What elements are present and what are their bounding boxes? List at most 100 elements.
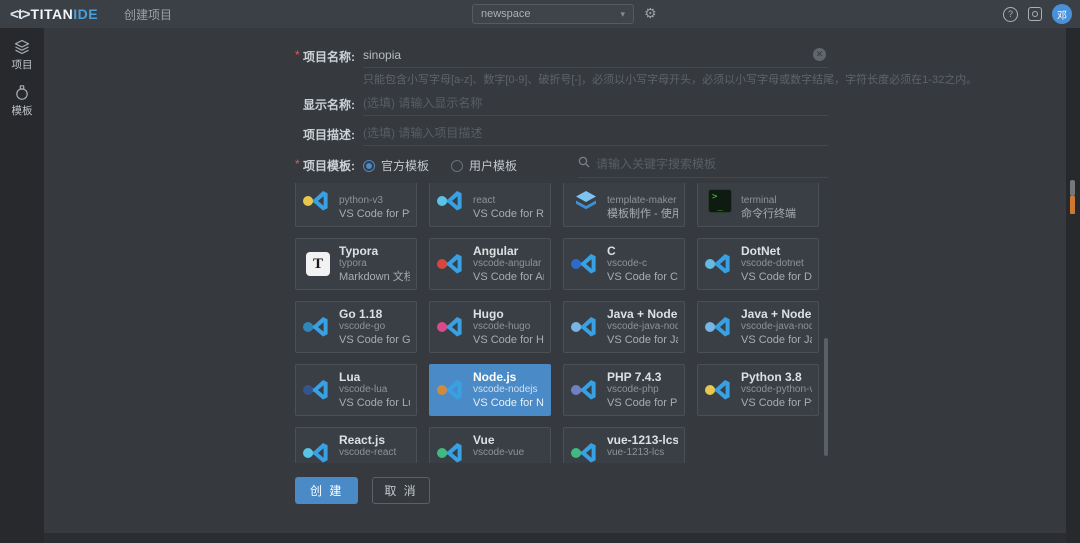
sidebar-item-templates[interactable]: 模板 <box>2 82 42 122</box>
language-badge <box>437 259 447 269</box>
template-card-desc: VS Code for Java + ... <box>607 333 678 347</box>
template-card-desc <box>339 459 410 463</box>
template-card-id: python-v3 <box>339 195 410 207</box>
project-name-row: * 项目名称: ✕ <box>295 46 828 68</box>
template-card-desc: VS Code for DotNet <box>741 270 812 284</box>
chevron-down-icon: ▾ <box>620 9 625 20</box>
language-badge <box>705 385 715 395</box>
clear-icon[interactable]: ✕ <box>813 48 826 61</box>
template-card[interactable]: Vue vscode-vue <box>429 427 551 463</box>
template-card-desc: VS Code for Angular <box>473 270 544 284</box>
template-card-icon <box>439 440 465 463</box>
topbar-right: ? 邓 <box>1003 0 1072 28</box>
template-card-desc: VS Code for Python <box>741 396 812 410</box>
template-card-desc: Markdown 文档编写... <box>339 270 410 284</box>
template-card[interactable]: react VS Code for React.js <box>429 183 551 227</box>
template-card-icon <box>573 314 599 340</box>
template-card-id: vscode-php <box>607 384 678 396</box>
template-card[interactable]: Go 1.18 vscode-go VS Code for Go 1.18 <box>295 301 417 353</box>
console-icon[interactable] <box>1028 7 1042 21</box>
template-card-title: Hugo <box>473 307 544 321</box>
template-card-title: Vue <box>473 433 544 447</box>
template-card-icon <box>573 188 599 214</box>
template-card-icon <box>305 314 331 340</box>
template-card-id: vscode-nodejs <box>473 384 544 396</box>
language-badge <box>571 385 581 395</box>
display-name-input[interactable] <box>363 96 828 116</box>
template-search-input[interactable] <box>596 157 828 171</box>
template-grid: python-v3 VS Code for Python react VS Co… <box>295 183 819 463</box>
language-badge <box>437 448 447 458</box>
project-desc-row: 项目描述: <box>295 124 828 146</box>
template-card[interactable]: python-v3 VS Code for Python <box>295 183 417 227</box>
avatar[interactable]: 邓 <box>1052 4 1072 24</box>
template-card-title: vue-1213-lcs <box>607 433 678 447</box>
template-card-id: template-maker <box>607 195 678 207</box>
project-name-input[interactable] <box>363 48 828 68</box>
template-card-title <box>473 183 544 195</box>
template-card-desc: 模板制作 - 使用 Tem... <box>607 207 678 221</box>
template-card[interactable]: vue-1213-lcs vue-1213-lcs <box>563 427 685 463</box>
titanide-logo[interactable]: <t> TITAN IDE <box>10 6 98 23</box>
template-card[interactable]: React.js vscode-react <box>295 427 417 463</box>
template-card-icon <box>707 251 733 277</box>
workspace-select[interactable]: newspace ▾ <box>472 4 634 24</box>
template-card[interactable]: Angular vscode-angular VS Code for Angul… <box>429 238 551 290</box>
language-badge <box>571 322 581 332</box>
language-badge <box>303 448 313 458</box>
page-scrollbar[interactable] <box>1066 28 1080 543</box>
template-card-desc: VS Code for Lua <box>339 396 410 410</box>
template-card-icon <box>305 377 331 403</box>
template-card[interactable]: Python 3.8 vscode-python-v3 VS Code for … <box>697 364 819 416</box>
cancel-button[interactable]: 取 消 <box>372 477 429 504</box>
template-card-icon <box>305 188 331 214</box>
template-card[interactable]: DotNet vscode-dotnet VS Code for DotNet <box>697 238 819 290</box>
template-card[interactable]: T Typora typora Markdown 文档编写... <box>295 238 417 290</box>
template-card-desc: VS Code for PHP <box>607 396 678 410</box>
template-card[interactable]: Hugo vscode-hugo VS Code for Hugo <box>429 301 551 353</box>
template-card[interactable]: C vscode-c VS Code for C <box>563 238 685 290</box>
project-name-label: * 项目名称: <box>295 46 355 65</box>
template-card-id: vscode-angular <box>473 258 544 270</box>
template-card-id: react <box>473 195 544 207</box>
template-card-id: vscode-hugo <box>473 321 544 333</box>
help-icon[interactable]: ? <box>1003 7 1018 22</box>
template-card-desc: VS Code for Node.js <box>473 396 544 410</box>
template-card-icon <box>439 251 465 277</box>
project-template-row: * 项目模板: 官方模板 用户模板 <box>295 155 828 177</box>
template-card[interactable]: Java + Node10 vscode-java-node10 VS Code… <box>563 301 685 353</box>
radio-dot <box>363 160 375 172</box>
sidebar-item-projects[interactable]: 项目 <box>2 36 42 76</box>
radio-user-template[interactable]: 用户模板 <box>451 157 517 174</box>
template-card[interactable]: Java + Node16 vscode-java-node16 VS Code… <box>697 301 819 353</box>
topbar: <t> TITAN IDE 创建项目 newspace ▾ ⚙ ? 邓 <box>0 0 1080 28</box>
project-desc-input[interactable] <box>363 126 828 146</box>
radio-official-template[interactable]: 官方模板 <box>363 157 429 174</box>
template-card[interactable]: > _ terminal 命令行终端 <box>697 183 819 227</box>
template-list-viewport: python-v3 VS Code for Python react VS Co… <box>295 183 828 463</box>
sidebar-item-label: 项目 <box>12 57 33 72</box>
language-badge <box>303 196 313 206</box>
logo-titan: TITAN <box>31 6 74 22</box>
template-card-id: vscode-java-node10 <box>607 321 678 333</box>
template-list-scrollbar[interactable] <box>824 338 828 456</box>
language-badge <box>437 196 447 206</box>
template-card-title: React.js <box>339 433 410 447</box>
template-card-id: vscode-dotnet <box>741 258 812 270</box>
create-button[interactable]: 创 建 <box>295 477 358 504</box>
template-card[interactable]: Lua vscode-lua VS Code for Lua <box>295 364 417 416</box>
template-card-id: vscode-python-v3 <box>741 384 812 396</box>
template-card[interactable]: Node.js vscode-nodejs VS Code for Node.j… <box>429 364 551 416</box>
template-card-id: typora <box>339 258 410 270</box>
template-card-id: vscode-react <box>339 447 410 459</box>
template-card[interactable]: template-maker 模板制作 - 使用 Tem... <box>563 183 685 227</box>
page-scrollbar-thumb[interactable] <box>1070 180 1075 196</box>
page-title: 创建项目 <box>124 6 172 23</box>
language-badge <box>437 385 447 395</box>
workspace-settings-gear-icon[interactable]: ⚙ <box>644 7 657 21</box>
template-card-title: Node.js <box>473 370 544 384</box>
template-card-desc: VS Code for Python <box>339 207 410 221</box>
template-card-title: Java + Node16 <box>741 307 812 321</box>
template-card[interactable]: PHP 7.4.3 vscode-php VS Code for PHP <box>563 364 685 416</box>
template-card-icon <box>439 188 465 214</box>
